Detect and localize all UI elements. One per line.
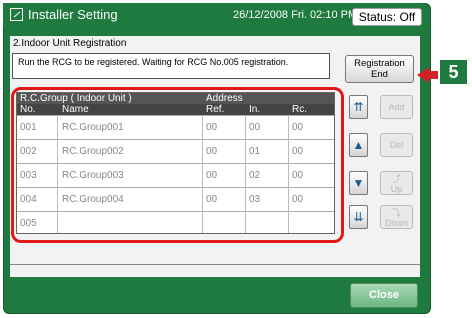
- scroll-top-button[interactable]: ⇈: [349, 95, 368, 119]
- cell-no: 002: [20, 146, 37, 157]
- datetime: 26/12/2008 Fri. 02:10 PM: [233, 9, 358, 21]
- cell-rc: 00: [292, 146, 304, 157]
- column-divider: [288, 115, 289, 233]
- table-row[interactable]: 003 RC.Group003 00 02 00: [17, 163, 334, 187]
- installer-icon: [10, 8, 23, 21]
- add-button[interactable]: Add: [380, 95, 413, 119]
- table-row[interactable]: 002 RC.Group002 00 01 00: [17, 139, 334, 163]
- col-ref: Ref.: [206, 104, 225, 115]
- up-button[interactable]: ⤴ Up: [380, 171, 413, 195]
- cell-rc: 00: [292, 194, 304, 205]
- cell-name: RC.Group004: [62, 194, 124, 205]
- cell-name: RC.Group003: [62, 170, 124, 181]
- double-down-arrow-icon: ⇊: [353, 210, 364, 224]
- status-badge: Status: Off: [352, 8, 422, 26]
- title-bar: Installer Setting 26/12/2008 Fri. 02:10 …: [3, 3, 423, 27]
- callout-arrow-bar: [428, 71, 438, 79]
- registration-end-label-2: End: [371, 69, 388, 80]
- col-in: In.: [249, 104, 261, 115]
- cell-in: 03: [249, 194, 261, 205]
- address-header: Address: [206, 93, 243, 104]
- registration-end-button[interactable]: Registration End: [345, 55, 414, 83]
- cell-in: 01: [249, 146, 261, 157]
- col-name: Name: [62, 104, 89, 115]
- col-no: No.: [20, 104, 36, 115]
- bottom-strip: [10, 264, 420, 277]
- cell-no: 003: [20, 170, 37, 181]
- scroll-down-button[interactable]: ▼: [349, 171, 368, 195]
- cell-name: RC.Group002: [62, 146, 124, 157]
- down-arrow-icon: ▼: [352, 176, 365, 190]
- cell-ref: 00: [206, 170, 218, 181]
- cell-in: 00: [249, 122, 261, 133]
- cell-in: 02: [249, 170, 261, 181]
- double-up-arrow-icon: ⇈: [353, 100, 364, 114]
- del-button[interactable]: Del: [380, 133, 413, 157]
- table-column-header: No. Name Ref. In. Rc.: [17, 104, 334, 115]
- cell-rc: 00: [292, 122, 304, 133]
- cell-no: 005: [20, 218, 37, 229]
- table-row[interactable]: 005: [17, 211, 334, 235]
- table-group-header: R.C.Group ( Indoor Unit ) Address: [17, 93, 334, 104]
- window-title: Installer Setting: [28, 7, 118, 22]
- down-button-label: Down: [384, 218, 408, 228]
- move-up-icon: ⤴: [391, 174, 401, 184]
- cell-ref: 00: [206, 122, 218, 133]
- column-divider: [245, 115, 246, 233]
- cell-ref: 00: [206, 194, 218, 205]
- col-rc: Rc.: [292, 104, 307, 115]
- callout-number: 5: [440, 60, 467, 84]
- table-row[interactable]: 004 RC.Group004 00 03 00: [17, 187, 334, 211]
- column-divider: [202, 115, 203, 233]
- registration-end-label-1: Registration: [354, 58, 405, 69]
- table-row[interactable]: 001 RC.Group001 00 00 00: [17, 115, 334, 139]
- page-title: 2.Indoor Unit Registration: [13, 38, 127, 49]
- cell-no: 004: [20, 194, 37, 205]
- status-message: Run the RCG to be registered. Waiting fo…: [12, 53, 330, 79]
- close-button[interactable]: Close: [350, 283, 418, 308]
- cell-name: RC.Group001: [62, 122, 124, 133]
- move-down-icon: ⤵: [391, 208, 401, 218]
- cell-ref: 00: [206, 146, 218, 157]
- group-header: R.C.Group ( Indoor Unit ): [20, 93, 132, 104]
- down-button[interactable]: ⤵ Down: [380, 205, 413, 229]
- scroll-bottom-button[interactable]: ⇊: [349, 205, 368, 229]
- up-button-label: Up: [390, 184, 403, 194]
- cell-rc: 00: [292, 170, 304, 181]
- registration-table: R.C.Group ( Indoor Unit ) Address No. Na…: [16, 92, 335, 234]
- cell-no: 001: [20, 122, 37, 133]
- up-arrow-icon: ▲: [352, 138, 365, 152]
- column-divider: [57, 115, 58, 233]
- scroll-up-button[interactable]: ▲: [349, 133, 368, 157]
